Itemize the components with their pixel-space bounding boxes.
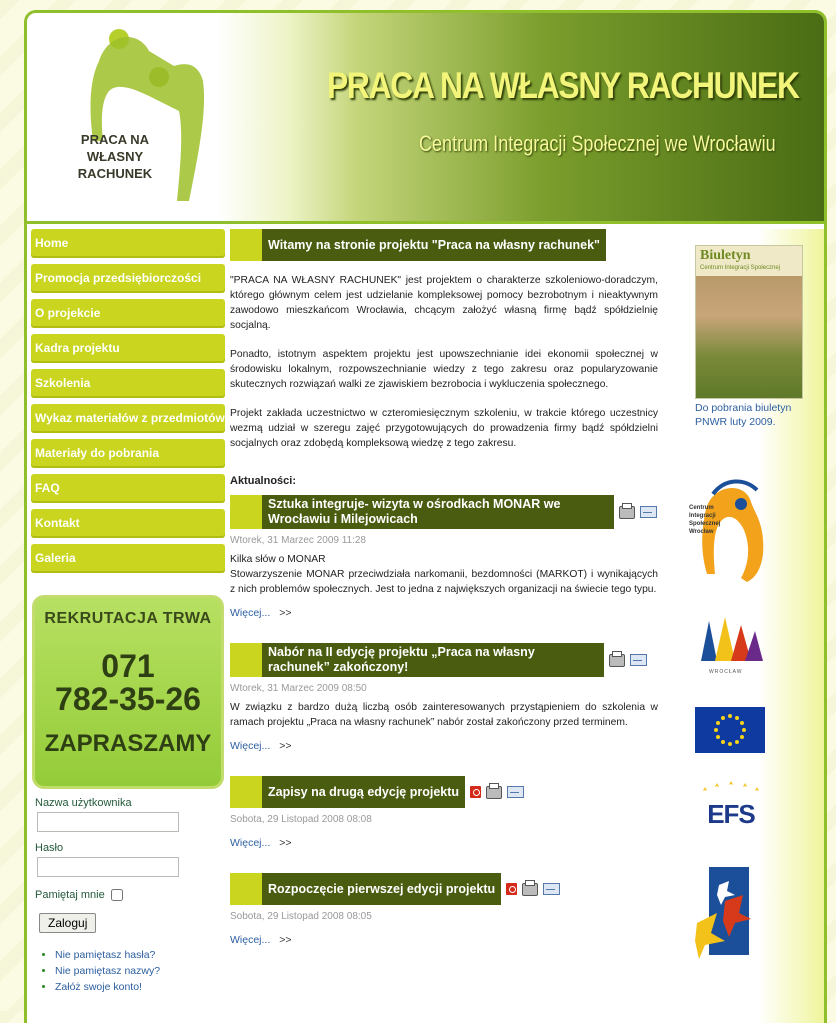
welcome-title: Witamy na stronie projektu "Praca na wła… (262, 229, 606, 261)
efs-stars-icon (703, 781, 759, 791)
wroclaw-text: WROCŁAW (709, 669, 743, 675)
logo-text: PRACA NA WŁASNY RACHUNEK (77, 132, 153, 181)
print-icon[interactable] (522, 879, 539, 896)
email-icon[interactable] (630, 654, 647, 666)
login-links: Nie pamiętasz hasła? Nie pamiętasz nazwy… (35, 947, 225, 995)
password-input[interactable] (37, 857, 179, 877)
read-more: Więcej... >> (230, 740, 658, 752)
read-more-link[interactable]: Więcej... (230, 837, 270, 849)
print-icon[interactable] (486, 782, 503, 799)
intro-paragraph: "PRACA NA WŁASNY RACHUNEK" jest projekte… (230, 275, 658, 331)
read-more-arrow: >> (279, 607, 292, 619)
article-date: Sobota, 29 Listopad 2008 08:05 (230, 911, 372, 922)
intro-paragraph: Projekt zakłada uczestnictwo w czteromie… (230, 408, 658, 449)
pdf-icon[interactable] (506, 883, 518, 895)
article-date: Wtorek, 31 Marzec 2009 08:50 (230, 683, 367, 694)
menu-item-home[interactable]: Home (31, 229, 225, 258)
efs-logo[interactable]: EFS (695, 777, 767, 833)
bulletin-cover[interactable]: Biuletyn Centrum Integracji Społecznej (695, 245, 803, 399)
forgot-username-link[interactable]: Nie pamiętasz nazwy? (55, 965, 160, 977)
main-menu: Home Promocja przedsiębiorczości O proje… (31, 229, 225, 579)
password-label: Hasło (35, 842, 64, 854)
print-icon[interactable] (609, 650, 625, 667)
eu-flag-icon[interactable] (695, 707, 765, 753)
email-icon[interactable] (543, 883, 561, 895)
recruit-invite: ZAPRASZAMY (44, 730, 212, 757)
site-subtitle: Centrum Integracji Społecznej we Wrocław… (419, 131, 776, 156)
menu-item-materialy[interactable]: Materiały do pobrania (31, 439, 225, 468)
news-heading: Aktualności: (230, 475, 297, 487)
news-article: Rozpoczęcie pierwszej edycji projektu So… (230, 873, 658, 946)
read-more-arrow: >> (279, 837, 292, 849)
main-content: Witamy na stronie projektu "Praca na wła… (230, 229, 658, 946)
read-more-arrow: >> (279, 740, 292, 752)
read-more: Więcej... >> (230, 607, 658, 619)
intro-text: "PRACA NA WŁASNY RACHUNEK" jest projekte… (230, 273, 658, 451)
menu-item-promocja[interactable]: Promocja przedsiębiorczości (31, 264, 225, 293)
efs-text: EFS (707, 799, 756, 829)
remember-me-row: Pamiętaj mnie (35, 889, 225, 901)
project-logo[interactable] (79, 21, 219, 211)
remember-me-checkbox[interactable] (110, 889, 123, 901)
menu-item-kontakt[interactable]: Kontakt (31, 509, 225, 538)
remember-me-label: Pamiętaj mnie (35, 889, 105, 901)
read-more: Więcej... >> (230, 837, 658, 849)
register-link[interactable]: Załóż swoje konto! (55, 981, 142, 993)
news-article: Sztuka integruje- wizyta w ośrodkach MON… (230, 495, 658, 619)
recruit-heading: REKRUTACJA TRWA (44, 610, 212, 627)
site-title: PRACA NA WŁASNY RACHUNEK (327, 65, 800, 106)
pdf-icon[interactable] (470, 786, 482, 798)
page-frame: PRACA NA WŁASNY RACHUNEK PRACA NA WŁASNY… (24, 10, 827, 1023)
read-more-link[interactable]: Więcej... (230, 740, 270, 752)
article-title[interactable]: Zapisy na drugą edycję projektu (262, 776, 466, 808)
article-title[interactable]: Sztuka integruje- wizyta w ośrodkach MON… (262, 495, 614, 529)
intro-paragraph: Ponadto, istotnym aspektem projektu jest… (230, 349, 658, 390)
read-more-arrow: >> (279, 934, 292, 946)
recruitment-banner[interactable]: REKRUTACJA TRWA 071 782-35-26 ZAPRASZAMY (32, 595, 224, 789)
news-article: Zapisy na drugą edycję projektu Sobota, … (230, 776, 658, 849)
username-label: Nazwa użytkownika (35, 797, 132, 809)
menu-item-faq[interactable]: FAQ (31, 474, 225, 503)
login-button[interactable]: Zaloguj (39, 913, 97, 933)
kapital-ludzki-logo[interactable] (695, 861, 761, 961)
article-title[interactable]: Rozpoczęcie pierwszej edycji projektu (262, 873, 502, 905)
article-body: Kilka słów o MONAR Stowarzyszenie MONAR … (230, 554, 658, 595)
welcome-header: Witamy na stronie projektu "Praca na wła… (230, 229, 658, 261)
article-title[interactable]: Nabór na II edycję projektu „Praca na wł… (262, 643, 604, 677)
forgot-password-link[interactable]: Nie pamiętasz hasła? (55, 949, 155, 961)
email-icon[interactable] (507, 786, 525, 798)
news-article: Nabór na II edycję projektu „Praca na wł… (230, 643, 658, 752)
menu-item-galeria[interactable]: Galeria (31, 544, 225, 573)
email-icon[interactable] (640, 506, 657, 518)
read-more: Więcej... >> (230, 934, 658, 946)
menu-item-szkolenia[interactable]: Szkolenia (31, 369, 225, 398)
article-date: Wtorek, 31 Marzec 2009 11:28 (230, 535, 366, 546)
menu-item-o-projekcie[interactable]: O projekcie (31, 299, 225, 328)
login-form: Nazwa użytkownika Hasło Pamiętaj mnie Za… (35, 797, 225, 995)
bulletin-title: Biuletyn (700, 248, 751, 263)
menu-item-kadra[interactable]: Kadra projektu (31, 334, 225, 363)
cis-logo-text: Centrum Integracji Społecznej Wrocław (689, 505, 721, 535)
read-more-link[interactable]: Więcej... (230, 607, 270, 619)
right-sidebar: Biuletyn Centrum Integracji Społecznej D… (659, 229, 824, 1023)
site-header: PRACA NA WŁASNY RACHUNEK PRACA NA WŁASNY… (27, 13, 824, 224)
menu-item-wykaz[interactable]: Wykaz materiałów z przedmiotów (31, 404, 225, 433)
article-date: Sobota, 29 Listopad 2008 08:08 (230, 814, 372, 825)
recruit-phone-number: 782-35-26 (55, 681, 201, 717)
bulletin-download-link[interactable]: Do pobrania biuletyn PNWR luty 2009. (695, 401, 795, 429)
article-body: W związku z bardzo dużą liczbą osób zain… (230, 702, 658, 728)
bulletin-subtitle: Centrum Integracji Społecznej (700, 265, 781, 271)
print-icon[interactable] (619, 502, 635, 519)
username-input[interactable] (37, 812, 179, 832)
recruit-phone-prefix: 071 (101, 648, 155, 684)
read-more-link[interactable]: Więcej... (230, 934, 270, 946)
